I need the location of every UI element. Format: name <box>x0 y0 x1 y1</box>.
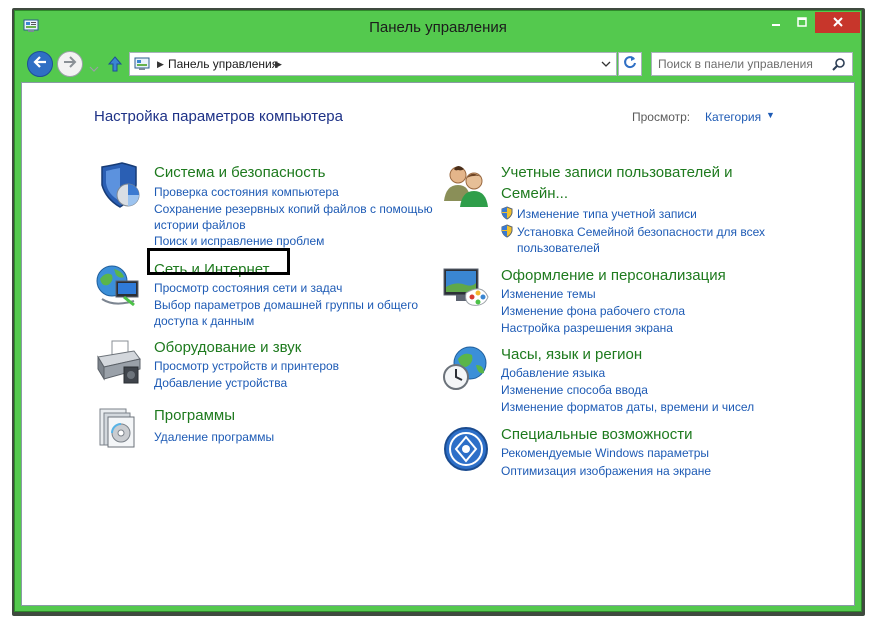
breadcrumb-separator-icon[interactable]: ▶ <box>157 59 164 70</box>
navigation-bar: ▶ Панель управления ▶ <box>21 42 857 78</box>
category-appearance[interactable]: Оформление и персонализация <box>501 265 726 286</box>
search-box[interactable] <box>651 52 853 76</box>
link-family-safety[interactable]: Установка Семейной безопасности для всех <box>517 224 765 240</box>
link-change-theme[interactable]: Изменение темы <box>501 286 596 302</box>
link-file-history-backup-cont[interactable]: истории файлов <box>154 217 246 233</box>
control-panel-icon <box>134 57 150 76</box>
link-uninstall-program[interactable]: Удаление программы <box>154 429 274 445</box>
recent-pages-chevron-icon[interactable] <box>89 59 99 77</box>
accessibility-icon[interactable] <box>442 425 490 473</box>
link-add-device[interactable]: Добавление устройства <box>154 375 287 391</box>
view-by-dropdown[interactable]: Категория <box>705 110 761 124</box>
close-icon <box>832 14 843 32</box>
link-change-formats[interactable]: Изменение форматов даты, времени и чисел <box>501 399 754 415</box>
uac-shield-icon <box>501 224 513 243</box>
address-bar[interactable]: ▶ Панель управления ▶ <box>129 52 617 76</box>
highlight-box <box>147 248 290 275</box>
link-family-safety-cont[interactable]: пользователей <box>517 240 600 256</box>
uac-shield-icon <box>501 206 513 225</box>
category-clock-region[interactable]: Часы, язык и регион <box>501 344 642 365</box>
monitor-palette-icon[interactable] <box>442 263 490 311</box>
maximize-icon <box>797 14 807 32</box>
control-panel-window: Панель управления ▶ Панель управления ▶ … <box>14 10 862 612</box>
link-devices-printers[interactable]: Просмотр устройств и принтеров <box>154 358 339 374</box>
dropdown-arrow-icon[interactable]: ▼ <box>766 110 775 120</box>
category-hardware-sound[interactable]: Оборудование и звук <box>154 337 301 358</box>
title-bar[interactable]: Панель управления <box>15 11 861 41</box>
breadcrumb-separator-icon[interactable]: ▶ <box>275 59 282 70</box>
refresh-icon <box>623 55 637 74</box>
forward-button[interactable] <box>57 51 83 77</box>
link-network-status[interactable]: Просмотр состояния сети и задач <box>154 280 342 296</box>
content-area: Настройка параметров компьютера Просмотр… <box>21 82 855 606</box>
minimize-icon <box>771 14 781 32</box>
maximize-button[interactable] <box>789 12 815 33</box>
category-user-accounts[interactable]: Учетные записи пользователей и <box>501 162 733 183</box>
category-user-accounts-cont[interactable]: Семейн... <box>501 183 568 204</box>
search-input[interactable] <box>658 56 826 72</box>
breadcrumb[interactable]: Панель управления <box>168 57 278 71</box>
refresh-button[interactable] <box>618 52 642 76</box>
link-screen-resolution[interactable]: Настройка разрешения экрана <box>501 320 673 336</box>
category-ease-of-access[interactable]: Специальные возможности <box>501 424 693 445</box>
link-homegroup-sharing-cont[interactable]: доступа к данным <box>154 313 254 329</box>
programs-icon[interactable] <box>94 403 142 451</box>
link-homegroup-sharing[interactable]: Выбор параметров домашней группы и общег… <box>154 297 418 313</box>
printer-icon[interactable] <box>94 337 142 385</box>
back-button[interactable] <box>27 51 53 77</box>
users-icon[interactable] <box>442 161 490 209</box>
search-icon[interactable] <box>832 57 846 76</box>
arrow-right-icon <box>63 55 77 73</box>
clock-globe-icon[interactable] <box>442 345 490 393</box>
globe-network-icon[interactable] <box>94 261 142 309</box>
link-change-desktop-background[interactable]: Изменение фона рабочего стола <box>501 303 685 319</box>
up-arrow-icon[interactable] <box>107 55 123 78</box>
chevron-down-icon[interactable] <box>598 56 614 72</box>
close-button[interactable] <box>815 12 860 33</box>
arrow-left-icon <box>33 55 47 73</box>
link-change-account-type[interactable]: Изменение типа учетной записи <box>517 206 697 222</box>
category-programs[interactable]: Программы <box>154 405 235 426</box>
link-troubleshoot[interactable]: Поиск и исправление проблем <box>154 233 324 249</box>
view-by-label: Просмотр: <box>632 110 691 124</box>
link-file-history-backup[interactable]: Сохранение резервных копий файлов с помо… <box>154 201 433 217</box>
link-change-input-method[interactable]: Изменение способа ввода <box>501 382 648 398</box>
page-title: Настройка параметров компьютера <box>94 108 343 125</box>
window-title: Панель управления <box>369 19 507 36</box>
minimize-button[interactable] <box>763 12 789 33</box>
link-add-language[interactable]: Добавление языка <box>501 365 605 381</box>
link-check-computer-status[interactable]: Проверка состояния компьютера <box>154 184 339 200</box>
link-optimize-display[interactable]: Оптимизация изображения на экране <box>501 463 711 479</box>
shield-icon[interactable] <box>94 161 142 209</box>
category-system-security[interactable]: Система и безопасность <box>154 162 325 183</box>
link-recommended-settings[interactable]: Рекомендуемые Windows параметры <box>501 445 709 461</box>
